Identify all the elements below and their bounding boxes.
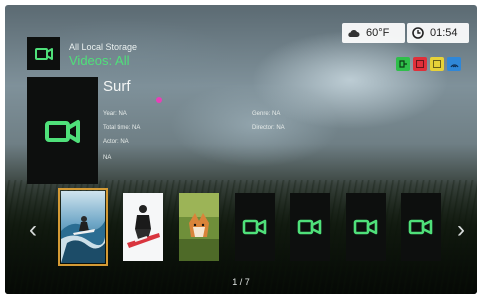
green-button[interactable]	[396, 57, 410, 71]
clock-status: 01:54	[407, 23, 469, 43]
director-field: Director: NA	[252, 125, 285, 131]
thumbnail-fox[interactable]	[179, 193, 219, 261]
blue-button[interactable]	[447, 57, 461, 71]
cloud-icon	[348, 30, 360, 37]
video-icon	[242, 219, 267, 235]
previous-arrow-icon[interactable]: ‹	[29, 218, 37, 242]
surf-image	[61, 191, 105, 263]
actor-field: Actor: NA	[103, 139, 129, 145]
color-button-bar	[396, 57, 461, 71]
thumbnail-video[interactable]	[235, 193, 275, 261]
video-icon	[408, 219, 433, 235]
total-time-field: Total time: NA	[103, 125, 141, 131]
yellow-button[interactable]	[430, 57, 444, 71]
thumbnail-snowboard[interactable]	[123, 193, 163, 261]
marker-dot	[156, 97, 162, 103]
square-icon	[433, 60, 441, 68]
na-field: NA	[103, 155, 112, 161]
video-icon	[44, 119, 80, 143]
thumbnail-video[interactable]	[346, 193, 386, 261]
square-icon	[416, 60, 424, 68]
next-arrow-icon[interactable]: ›	[457, 218, 465, 242]
selected-item-title: Surf	[103, 78, 131, 95]
clock-value: 01:54	[430, 27, 458, 39]
year-field: Year: NA	[103, 111, 127, 117]
video-category-icon	[27, 37, 60, 70]
video-icon	[297, 219, 322, 235]
fox-image	[179, 193, 219, 261]
storage-source-label: All Local Storage	[69, 42, 138, 52]
media-browser-screen: All Local Storage Videos: All 60°F 01:54	[5, 5, 477, 294]
wifi-icon	[449, 63, 459, 67]
thumbnail-surf[interactable]	[58, 188, 108, 266]
clock-icon	[412, 27, 424, 39]
red-button[interactable]	[413, 57, 427, 71]
exit-icon	[399, 60, 407, 68]
view-title: Videos: All	[69, 53, 130, 68]
thumbnail-video[interactable]	[401, 193, 441, 261]
weather-status: 60°F	[342, 23, 405, 43]
video-icon	[353, 219, 378, 235]
genre-field: Genre: NA	[252, 111, 281, 117]
thumbnail-video[interactable]	[290, 193, 330, 261]
temperature-value: 60°F	[366, 27, 390, 39]
selected-item-thumbnail	[27, 77, 98, 184]
snowboard-image	[123, 193, 163, 261]
page-indicator: 1 / 7	[232, 277, 250, 287]
